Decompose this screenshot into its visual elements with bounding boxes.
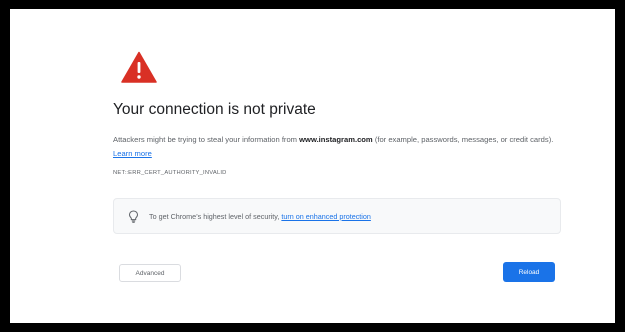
enhanced-protection-tip: To get Chrome’s highest level of securit… [113, 198, 561, 234]
button-row: Advanced Reload [113, 262, 561, 284]
description-text-end: (for example, passwords, messages, or cr… [372, 135, 554, 144]
warning-triangle-icon [121, 51, 157, 83]
page-title: Your connection is not private [113, 101, 316, 118]
error-description: Attackers might be trying to steal your … [113, 133, 561, 160]
tip-text: To get Chrome’s highest level of securit… [149, 211, 280, 221]
site-domain: www.instagram.com [299, 135, 373, 144]
reload-button[interactable]: Reload [503, 262, 555, 282]
description-text-start: Attackers might be trying to steal your … [113, 135, 300, 144]
learn-more-link[interactable]: Learn more [113, 149, 152, 158]
error-code: NET::ERR_CERT_AUTHORITY_INVALID [113, 170, 227, 176]
advanced-button[interactable]: Advanced [119, 264, 181, 282]
main-content: Your connection is not private Attackers… [113, 51, 561, 284]
lightbulb-icon [128, 209, 139, 223]
interstitial-page: Your connection is not private Attackers… [10, 9, 615, 323]
enhanced-protection-link[interactable]: turn on enhanced protection [281, 212, 371, 221]
